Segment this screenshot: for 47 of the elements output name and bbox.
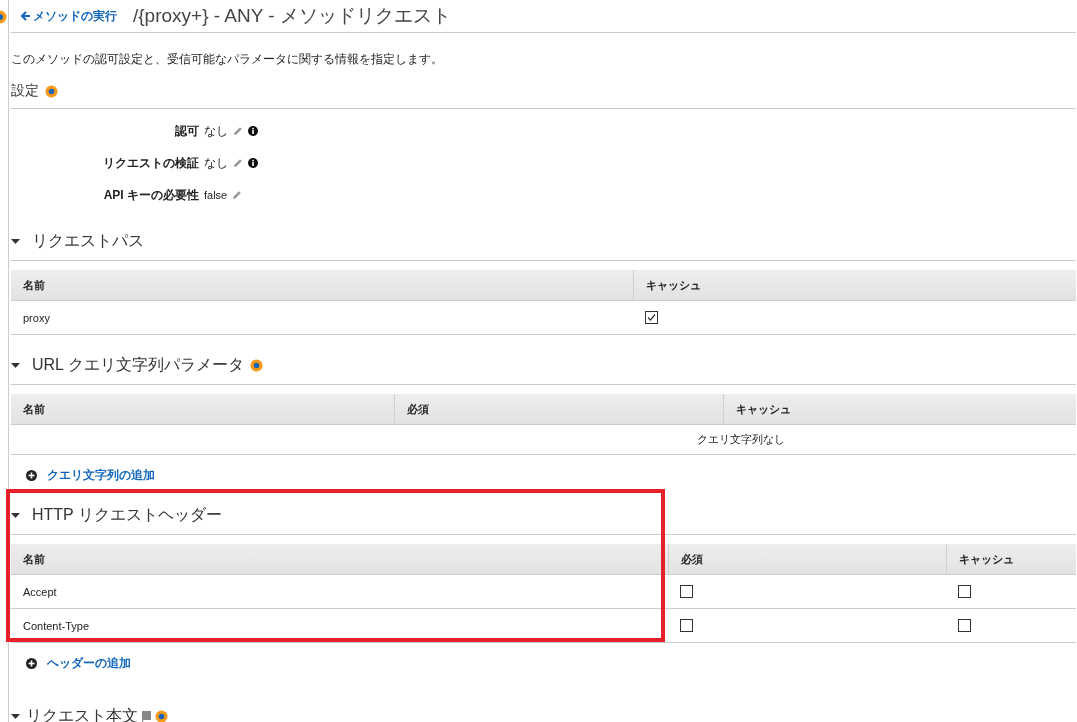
column-header: キャッシュ — [633, 270, 1076, 301]
table-cell: Accept — [11, 575, 668, 609]
add-query-link[interactable]: クエリ文字列の追加 — [47, 467, 155, 484]
checkbox[interactable] — [958, 585, 971, 598]
setting-value: false — [204, 189, 228, 201]
plus-circle-icon[interactable] — [26, 470, 37, 481]
page-title: /{proxy+} - ANY - メソッドリクエスト — [133, 4, 451, 28]
setting-label: API キーの必要性 — [102, 186, 199, 204]
checkbox[interactable] — [958, 619, 971, 632]
column-header: 名前 — [11, 394, 394, 425]
column-header: 名前 — [11, 270, 633, 301]
section-title: HTTP リクエストヘッダー — [32, 505, 222, 525]
setting-value: なし — [204, 122, 228, 140]
setting-label: 認可 — [174, 122, 199, 140]
info-icon[interactable] — [248, 126, 258, 136]
help-dot-icon[interactable] — [45, 84, 58, 98]
add-header-link[interactable]: ヘッダーの追加 — [47, 655, 131, 672]
empty-message: クエリ文字列なし — [697, 432, 785, 447]
section-title: リクエストパス — [32, 231, 144, 251]
checkbox[interactable] — [680, 585, 693, 598]
pencil-icon[interactable] — [232, 190, 243, 200]
pencil-icon[interactable] — [233, 126, 243, 136]
checkbox[interactable] — [680, 619, 693, 632]
help-dot-icon[interactable] — [249, 359, 263, 372]
section-title: URL クエリ文字列パラメータ — [32, 355, 244, 375]
column-header: 必須 — [668, 544, 946, 575]
description: このメソッドの認可設定と、受信可能なパラメータに関する情報を指定します。 — [11, 51, 444, 68]
caret-icon[interactable] — [11, 712, 20, 721]
pencil-icon[interactable] — [233, 158, 243, 168]
caret-icon[interactable] — [11, 361, 20, 370]
section-title: 設定 — [11, 82, 39, 100]
column-header: 名前 — [11, 544, 668, 575]
caret-icon[interactable] — [11, 237, 20, 246]
column-header: 必須 — [394, 394, 723, 425]
setting-value: なし — [204, 154, 228, 172]
table-cell: proxy — [11, 301, 633, 335]
caret-icon[interactable] — [11, 511, 20, 520]
info-icon[interactable] — [248, 158, 258, 168]
column-header: キャッシュ — [723, 394, 1076, 425]
plus-circle-icon[interactable] — [26, 658, 37, 669]
setting-label: リクエストの検証 — [102, 154, 199, 172]
back-arrow-icon — [21, 11, 31, 21]
table-cell: Content-Type — [11, 609, 668, 643]
checkbox[interactable] — [645, 311, 658, 324]
column-header: キャッシュ — [946, 544, 1076, 575]
help-dot-icon[interactable] — [155, 710, 168, 722]
back-link[interactable]: メソッドの実行 — [21, 7, 117, 25]
